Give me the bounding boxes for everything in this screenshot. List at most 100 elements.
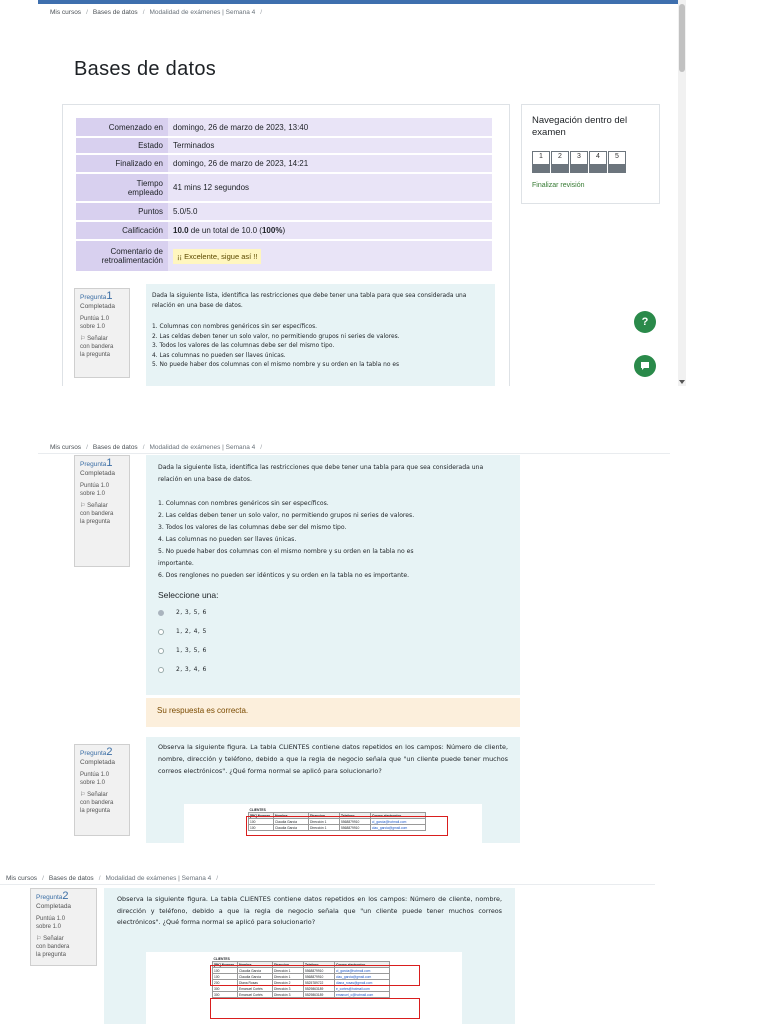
question-label: Pregunta bbox=[80, 750, 107, 757]
option-d-label: 2, 3, 4, 6 bbox=[176, 666, 207, 673]
question-2-points: Puntúa 1.0 sobre 1.0 bbox=[36, 915, 91, 931]
flag-line2: con bandera bbox=[80, 511, 114, 517]
quiz-navigation-block: Navegación dentro del examen 1 2 3 4 5 Final… bbox=[521, 104, 660, 204]
option-a-label: 2, 3, 5, 6 bbox=[176, 609, 207, 616]
quiz-nav-title: Navegación dentro del examen bbox=[532, 115, 628, 138]
item-5b: importante. bbox=[158, 560, 194, 567]
finished-label: Finalizado en bbox=[76, 154, 168, 174]
time-label-line2: empleado bbox=[127, 187, 163, 197]
question-1-content: Dada la siguiente lista, identifica las … bbox=[146, 455, 520, 695]
question-1-feedback: Su respuesta es correcta. bbox=[146, 698, 520, 727]
breadcrumb-current[interactable]: Modalidad de exámenes | Semana 4 bbox=[150, 444, 256, 451]
points-line1: Puntúa 1.0 bbox=[36, 916, 66, 922]
flag-line2: con bandera bbox=[36, 944, 70, 950]
breadcrumb-course[interactable]: Bases de datos bbox=[93, 9, 138, 16]
flag-question-2[interactable]: ⚐ Señalar con bandera la pregunta bbox=[36, 935, 91, 959]
question-1-intro: Dada la siguiente lista, identifica las … bbox=[152, 293, 467, 309]
flag-line1: Señalar bbox=[87, 503, 108, 509]
flag-line1: Señalar bbox=[87, 336, 108, 342]
quiz-nav-button-5[interactable]: 5 bbox=[608, 151, 626, 173]
points-line1: Puntúa 1.0 bbox=[80, 316, 110, 322]
flag-line3: la pregunta bbox=[36, 952, 67, 958]
item-1: 1. Columnas con nombres genéricos sin se… bbox=[152, 324, 318, 330]
question-2-info: Pregunta2 Completada Puntúa 1.0 sobre 1.0… bbox=[30, 888, 97, 966]
flag-question-2[interactable]: ⚐ Señalar con bandera la pregunta bbox=[80, 791, 124, 815]
scrollbar-thumb[interactable] bbox=[679, 4, 685, 72]
option-c[interactable]: 1, 3, 5, 6 bbox=[158, 645, 508, 657]
breadcrumb-current[interactable]: Modalidad de exámenes | Semana 4 bbox=[106, 875, 212, 882]
flag-question-1[interactable]: ⚐ Señalar con bandera la pregunta bbox=[80, 502, 124, 526]
breadcrumb-course[interactable]: Bases de datos bbox=[49, 875, 94, 882]
question-label: Pregunta bbox=[80, 294, 107, 301]
flag-question-1[interactable]: ⚐ Señalar con bandera la pregunta bbox=[80, 335, 124, 359]
radio-icon bbox=[158, 648, 164, 654]
chat-button[interactable] bbox=[634, 355, 656, 377]
item-2: 2. Las celdas deben tener un solo valor,… bbox=[158, 512, 415, 519]
question-1-info: Pregunta1 Completada Puntúa 1.0 sobre 1.0… bbox=[74, 455, 130, 567]
attempt-summary-table: Comenzado en domingo, 26 de marzo de 2023… bbox=[76, 118, 492, 273]
item-4: 4. Las columnas no pueden ser llaves úni… bbox=[152, 352, 286, 359]
quiz-nav-button-3[interactable]: 3 bbox=[570, 151, 588, 173]
started-value: domingo, 26 de marzo de 2023, 13:40 bbox=[168, 118, 492, 138]
question-1-text: Dada la siguiente lista, identifica las … bbox=[146, 284, 495, 386]
scrollbar[interactable] bbox=[678, 0, 686, 386]
quiz-nav-num: 3 bbox=[577, 153, 581, 160]
fig-cell: 5529863189 bbox=[303, 991, 335, 998]
state-label: Estado bbox=[76, 137, 168, 155]
breadcrumb-course[interactable]: Bases de datos bbox=[93, 444, 138, 451]
question-number: 1 bbox=[106, 290, 113, 302]
quiz-nav-buttons: 1 2 3 4 5 bbox=[532, 151, 627, 173]
breadcrumb-my-courses[interactable]: Mis cursos bbox=[50, 9, 81, 16]
breadcrumb: Mis cursos / Bases de datos / Modalidad de e… bbox=[6, 875, 223, 882]
comment-label-line2: retroalimentación bbox=[101, 256, 163, 265]
points-line1: Puntúa 1.0 bbox=[80, 483, 110, 489]
grade-percent: 100% bbox=[261, 226, 283, 235]
comment-value: ¡¡ Excelente, sigue así !! bbox=[173, 248, 262, 264]
screenshot-question-1: Mis cursos / Bases de datos / Modalidad de e… bbox=[38, 441, 670, 843]
breadcrumb-sep: / bbox=[42, 875, 44, 882]
question-2-text: Observa la siguiente figura. La tabla CL… bbox=[117, 895, 502, 926]
quiz-nav-button-4[interactable]: 4 bbox=[589, 151, 607, 173]
breadcrumb-sep: / bbox=[142, 444, 145, 451]
quiz-nav-button-2[interactable]: 2 bbox=[551, 151, 569, 173]
fig-cell: 300 bbox=[212, 991, 238, 998]
finished-value: domingo, 26 de marzo de 2023, 14:21 bbox=[168, 154, 492, 174]
breadcrumb-sep: / bbox=[98, 875, 101, 882]
breadcrumb-my-courses[interactable]: Mis cursos bbox=[6, 875, 37, 882]
breadcrumb-current[interactable]: Modalidad de exámenes | Semana 4 bbox=[150, 9, 256, 16]
option-a[interactable]: 2, 3, 5, 6 bbox=[158, 607, 508, 619]
select-one-prompt: Seleccione una: bbox=[158, 590, 219, 600]
highlight-box bbox=[210, 965, 420, 986]
question-2-text: Observa la siguiente figura. La tabla CL… bbox=[158, 743, 508, 775]
points-line1: Puntúa 1.0 bbox=[80, 772, 110, 778]
flag-icon: ⚐ bbox=[80, 503, 86, 509]
scroll-down-arrow[interactable] bbox=[679, 380, 685, 384]
breadcrumb-sep: / bbox=[260, 9, 263, 16]
item-2: 2. Las celdas deben tener un solo valor,… bbox=[152, 333, 400, 340]
comment-cell: ¡¡ Excelente, sigue así !! bbox=[168, 240, 492, 273]
screenshot-question-2: Mis cursos / Bases de datos / Modalidad de e… bbox=[0, 872, 655, 1024]
flag-line1: Señalar bbox=[43, 936, 64, 942]
question-1-intro: Dada la siguiente lista, identifica las … bbox=[158, 464, 484, 483]
points-line2: sobre 1.0 bbox=[80, 324, 106, 330]
help-button[interactable]: ? bbox=[634, 311, 656, 333]
flag-line3: la pregunta bbox=[80, 519, 111, 525]
question-1-info: Pregunta1 Completada Puntúa 1.0 sobre 1.0… bbox=[74, 288, 130, 378]
finish-review-link[interactable]: Finalizar revisión bbox=[532, 182, 585, 189]
breadcrumb-sep: / bbox=[142, 9, 145, 16]
highlight-box bbox=[210, 998, 420, 1019]
grade-value: 10.0 de un total de 10.0 (100%) bbox=[168, 221, 492, 241]
option-b[interactable]: 1, 2, 4, 5 bbox=[158, 626, 508, 638]
figure-clientes: CLIENTES [PK] Numero Nombre Direccion Telef… bbox=[184, 804, 482, 843]
breadcrumb: Mis cursos / Bases de datos / Modalidad de e… bbox=[50, 444, 267, 451]
question-2-state: Completada bbox=[36, 903, 72, 910]
item-3: 3. Todos los valores de las columnas deb… bbox=[158, 524, 347, 531]
item-5: 5. No puede haber dos columnas con el mi… bbox=[152, 362, 400, 368]
points-line2: sobre 1.0 bbox=[80, 491, 106, 497]
item-4: 4. Las columnas no pueden ser llaves úni… bbox=[158, 536, 297, 543]
quiz-nav-button-1[interactable]: 1 bbox=[532, 151, 550, 173]
quiz-nav-num: 4 bbox=[596, 153, 600, 160]
question-1-number: Pregunta1 bbox=[80, 458, 124, 469]
breadcrumb-my-courses[interactable]: Mis cursos bbox=[50, 444, 81, 451]
option-d[interactable]: 2, 3, 4, 6 bbox=[158, 664, 508, 676]
